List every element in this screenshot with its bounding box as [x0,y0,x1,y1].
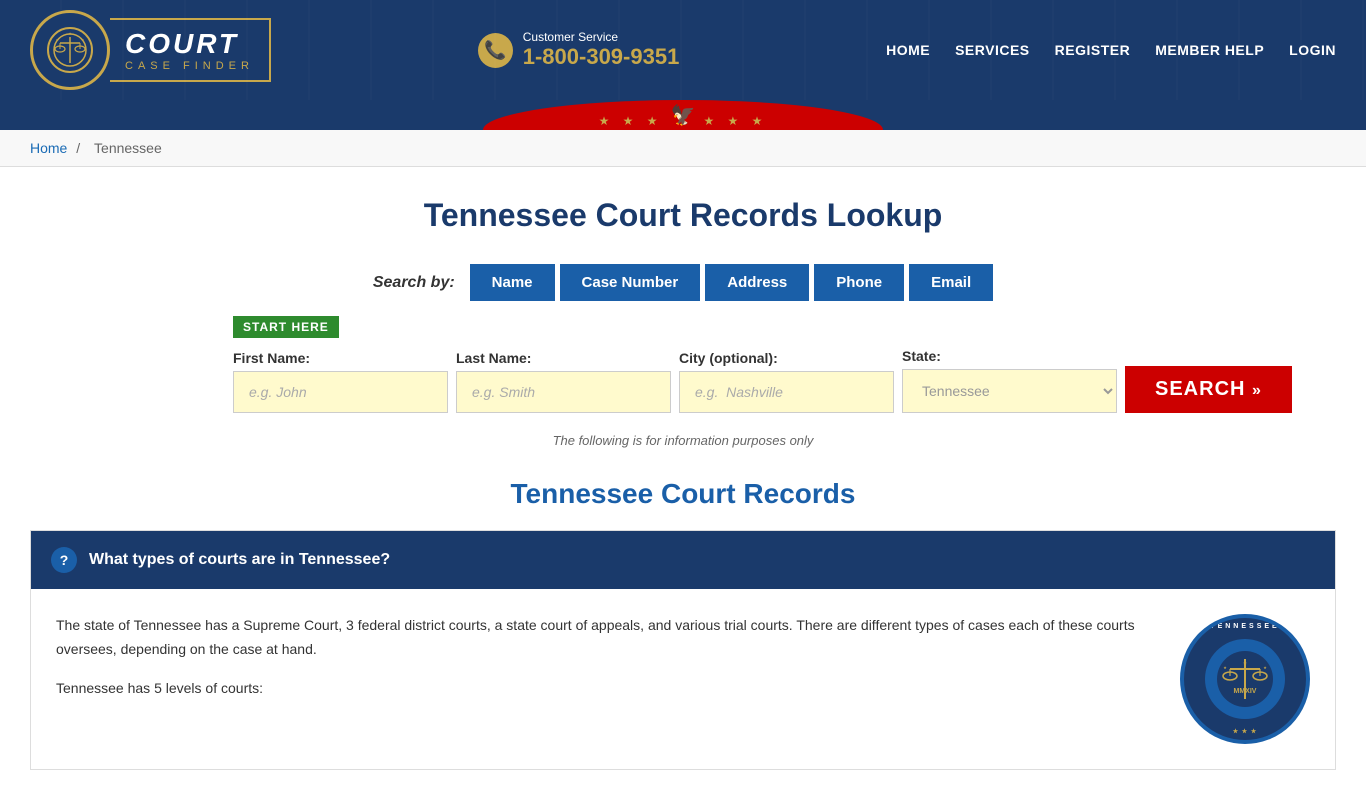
main-nav: HOME SERVICES REGISTER MEMBER HELP LOGIN [886,42,1336,58]
faq-paragraph-1: The state of Tennessee has a Supreme Cou… [56,614,1160,662]
svg-text:★: ★ [1243,661,1248,667]
page-title: Tennessee Court Records Lookup [30,197,1336,234]
main-content: Tennessee Court Records Lookup Search by… [0,167,1366,800]
state-select[interactable]: AlabamaAlaskaArizonaArkansasCaliforniaCo… [902,369,1117,413]
last-name-label: Last Name: [456,350,671,366]
eagle-area: ★ ★ ★ 🦅 ★ ★ ★ [599,100,768,130]
phone-number: 1-800-309-9351 [523,44,680,70]
phone-icon: 📞 [478,33,513,68]
faq-header[interactable]: ? What types of courts are in Tennessee? [31,531,1335,589]
logo-text: COURT CASE FINDER [110,18,271,82]
site-header: ★ ★ ★ COURT CASE FINDER 📞 Customer Servi… [0,0,1366,100]
search-form: First Name: Last Name: City (optional): … [233,348,1133,413]
tab-email[interactable]: Email [909,264,993,301]
seal-inner: MMXIV ★ ★ ★ [1205,639,1285,719]
stars-left: ★ ★ ★ [599,114,663,128]
search-section: Search by: Name Case Number Address Phon… [233,264,1133,448]
start-here-label: START HERE [233,316,339,338]
svg-text:★: ★ [1263,665,1267,670]
svg-text:MMXIV: MMXIV [1234,688,1257,695]
svg-text:★: ★ [56,38,59,42]
search-by-row: Search by: Name Case Number Address Phon… [233,264,1133,301]
first-name-input[interactable] [233,371,448,413]
search-button[interactable]: SEARCH » [1125,366,1292,413]
site-logo[interactable]: ★ ★ ★ COURT CASE FINDER [30,10,271,90]
records-section-title: Tennessee Court Records [30,478,1336,510]
first-name-label: First Name: [233,350,448,366]
nav-register[interactable]: REGISTER [1055,42,1131,58]
state-group: State: AlabamaAlaskaArizonaArkansasCalif… [902,348,1117,413]
svg-text:★: ★ [1223,665,1227,670]
faq-body: The state of Tennessee has a Supreme Cou… [31,589,1335,769]
faq-paragraph-2: Tennessee has 5 levels of courts: [56,677,1160,701]
svg-text:★: ★ [68,31,72,36]
last-name-input[interactable] [456,371,671,413]
city-input[interactable] [679,371,894,413]
logo-court-label: COURT [125,28,254,60]
disclaimer: The following is for information purpose… [233,433,1133,448]
start-here-badge: START HERE [233,316,1133,348]
tab-case-number[interactable]: Case Number [560,264,701,301]
nav-member-help[interactable]: MEMBER HELP [1155,42,1264,58]
stars-right: ★ ★ ★ [703,114,767,128]
last-name-group: Last Name: [456,350,671,413]
first-name-group: First Name: [233,350,448,413]
tennessee-seal: TENNESSEE MMXIV [1180,614,1310,744]
state-label: State: [902,348,1117,364]
breadcrumb-home[interactable]: Home [30,140,67,156]
city-group: City (optional): [679,350,894,413]
nav-services[interactable]: SERVICES [955,42,1030,58]
faq-text: The state of Tennessee has a Supreme Cou… [56,614,1160,744]
tab-phone[interactable]: Phone [814,264,904,301]
logo-casefinder-label: CASE FINDER [125,60,254,72]
search-chevrons-icon: » [1252,382,1262,399]
faq-icon: ? [51,547,77,573]
banner-arch: ★ ★ ★ 🦅 ★ ★ ★ [0,100,1366,130]
nav-home[interactable]: HOME [886,42,930,58]
nav-login[interactable]: LOGIN [1289,42,1336,58]
breadcrumb-current: Tennessee [94,140,162,156]
breadcrumb: Home / Tennessee [0,130,1366,167]
svg-text:★: ★ [82,38,85,42]
logo-emblem: ★ ★ ★ [30,10,110,90]
tab-address[interactable]: Address [705,264,809,301]
customer-service-label: Customer Service [523,30,680,44]
faq-question: What types of courts are in Tennessee? [89,551,390,569]
eagle-icon: 🦅 [671,103,696,128]
city-label: City (optional): [679,350,894,366]
customer-service-area: 📞 Customer Service 1-800-309-9351 [478,30,680,70]
search-by-label: Search by: [373,274,455,292]
breadcrumb-separator: / [76,140,80,156]
tab-name[interactable]: Name [470,264,555,301]
faq-section: ? What types of courts are in Tennessee?… [30,530,1336,770]
